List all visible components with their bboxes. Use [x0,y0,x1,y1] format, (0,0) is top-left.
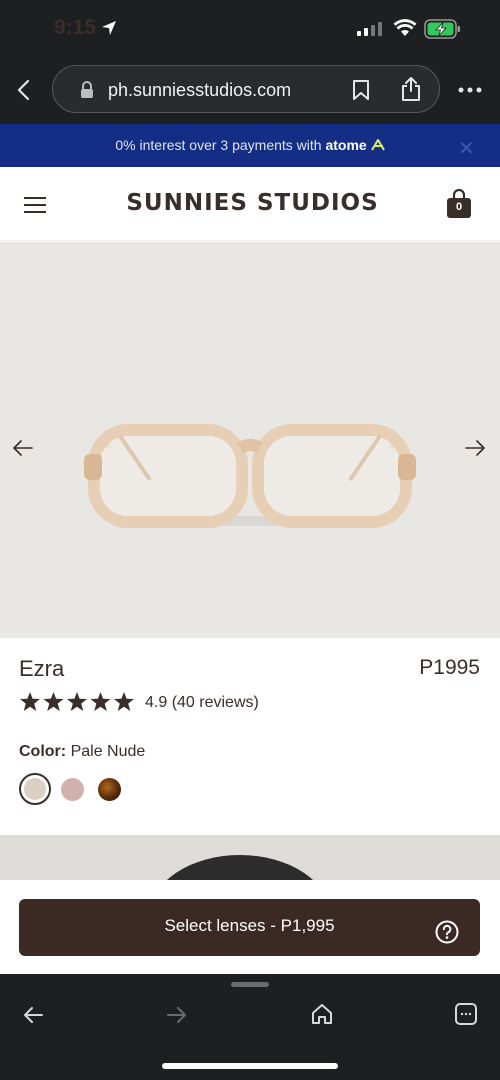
nav-back-arrow-icon[interactable] [22,1004,44,1026]
color-label-key: Color: [19,743,67,760]
battery-charging-icon [424,19,460,39]
lock-icon [81,81,93,98]
rating-stars-icon [20,692,134,711]
atome-logo-icon [370,139,385,151]
rating-text[interactable]: 4.9 (40 reviews) [145,694,259,712]
wifi-icon [393,19,417,36]
browser-back-chevron-icon[interactable] [14,78,34,102]
promo-close-icon[interactable]: ✕ [458,136,475,161]
product-price: P1995 [419,656,480,679]
tabs-overview-icon[interactable] [454,1002,478,1026]
promo-text: 0% interest over 3 payments with atome [0,137,500,153]
select-lenses-label[interactable]: Select lenses - P1,995 [19,916,480,936]
promo-message: 0% interest over 3 payments with [115,137,326,153]
nav-forward-arrow-icon[interactable] [166,1004,188,1026]
sheet-handle[interactable] [231,982,269,987]
color-swatch-pale-nude[interactable] [24,778,46,800]
color-value: Pale Nude [70,743,146,760]
help-question-icon[interactable] [435,920,459,944]
home-indicator[interactable] [162,1063,338,1069]
status-time: 9:15 [54,16,97,39]
site-logo[interactable]: SUNNIES STUDIOS [0,190,500,216]
location-arrow-icon [102,21,116,35]
atome-brand: atome [325,137,367,153]
home-icon[interactable] [310,1002,334,1026]
eyeglasses-product-image [84,424,416,528]
color-swatch-pink[interactable] [61,778,84,801]
arrow-right-icon[interactable] [464,438,486,458]
cart-count: 0 [455,201,463,213]
share-icon[interactable] [400,76,422,102]
color-label: Color: Pale Nude [19,743,145,761]
more-options-icon[interactable] [458,86,482,94]
cellular-signal-icon [357,22,382,36]
color-swatch-tortoise[interactable] [98,778,121,801]
product-name: Ezra [19,656,65,681]
arrow-left-icon[interactable] [12,438,34,458]
url-text[interactable]: ph.sunniesstudios.com [108,80,291,101]
bookmark-icon[interactable] [352,79,370,101]
